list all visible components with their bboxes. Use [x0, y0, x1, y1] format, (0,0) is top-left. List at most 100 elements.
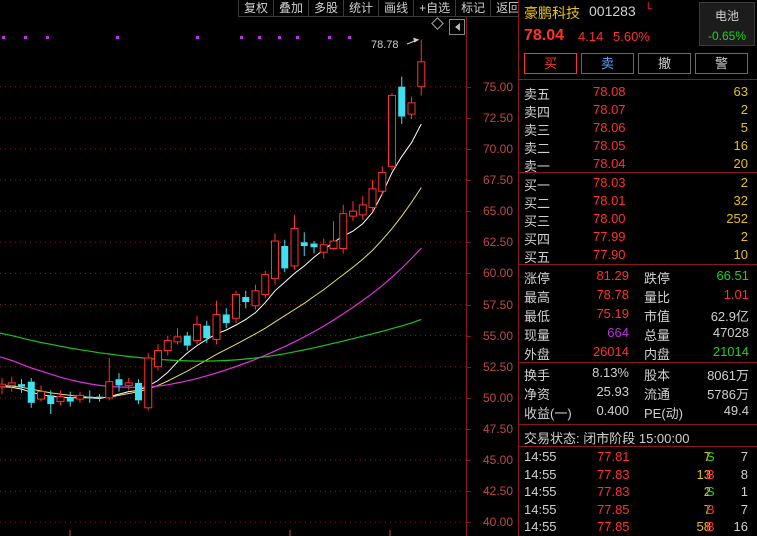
fundamental-row: 换手 8.13% 股本 8061万 — [519, 364, 757, 383]
high-arrow-head — [413, 37, 420, 43]
last-price: 78.04 — [524, 27, 565, 44]
candle-body — [18, 384, 25, 387]
fundamental-label: 股本 — [644, 368, 671, 383]
tick-count: 16 — [733, 519, 748, 534]
candle-body — [105, 381, 114, 399]
candle-body — [378, 172, 387, 192]
candle-body — [66, 397, 74, 402]
quote-value: 21014 — [712, 344, 749, 359]
fundamental-value: 25.93 — [596, 384, 629, 399]
candle-body — [417, 61, 426, 88]
chart-toolbar: 复权 叠加 多股 统计 画线 +自选 标记 返回 — [238, 0, 526, 17]
ask-row[interactable]: 卖三 78.06 5 — [519, 119, 757, 138]
tick-row: 14:55 77.83 13 B 8 — [519, 466, 757, 484]
price-axis-tick — [467, 397, 471, 399]
quote-label: 最低 — [524, 309, 551, 324]
toolbar-statistics-button[interactable]: 统计 — [343, 0, 379, 17]
candle-body — [388, 94, 396, 167]
candle-body — [183, 335, 191, 346]
quote-value: 664 — [607, 325, 629, 340]
divider — [519, 264, 757, 265]
tick-price: 77.81 — [597, 449, 630, 464]
sector-box[interactable]: 电池 -0.65% — [699, 2, 755, 46]
price-axis-label: 70.00 — [483, 141, 514, 156]
event-marker — [258, 36, 261, 39]
price-axis-tick — [467, 304, 471, 306]
toolbar-add-watchlist-button[interactable]: +自选 — [413, 0, 456, 17]
quote-row: 现量 664 总量 47028 — [519, 324, 757, 343]
bid-volume: 10 — [733, 247, 748, 262]
tick-price: 77.85 — [597, 519, 630, 534]
price-alert-button[interactable]: 警 — [695, 53, 748, 74]
bid-volume: 2 — [740, 229, 748, 244]
toolbar-draw-line-button[interactable]: 画线 — [378, 0, 414, 17]
quote-value: 62.9亿 — [710, 309, 749, 324]
divider — [519, 362, 757, 363]
tick-row: 14:55 77.81 7 S 7 — [519, 448, 757, 466]
candle-body — [281, 246, 289, 269]
toolbar-fuquan-button[interactable]: 复权 — [238, 0, 274, 17]
price-axis: 75.00 72.50 70.00 67.50 65.00 62.50 60.00 57.50… — [466, 17, 518, 536]
stock-header: 豪鹏科技 001283 L 78.04 4.14 5.60% 电池 -0.65% — [519, 0, 757, 50]
candle-body — [407, 102, 416, 115]
bid-row[interactable]: 买三 78.00 252 — [519, 210, 757, 229]
bid-row[interactable]: 买五 77.90 10 — [519, 246, 757, 265]
tick-time: 14:55 — [524, 501, 557, 517]
toolbar-mark-button[interactable]: 标记 — [455, 0, 491, 17]
kline-chart[interactable] — [0, 17, 466, 536]
quote-row: 最低 75.19 市值 62.9亿 — [519, 305, 757, 324]
tick-count: 8 — [740, 466, 748, 482]
collapse-panel-icon[interactable] — [449, 19, 465, 35]
tick-row: 14:55 77.83 2 S 1 — [519, 483, 757, 501]
ask-row[interactable]: 卖二 78.05 16 — [519, 137, 757, 156]
ask-price: 78.06 — [593, 120, 626, 135]
bid-price: 77.90 — [593, 247, 626, 262]
price-axis-tick — [467, 86, 471, 88]
fundamental-label: 收益(一) — [524, 406, 572, 421]
candle-body — [261, 274, 270, 296]
price-axis-label: 50.00 — [483, 390, 514, 405]
candle-body — [173, 336, 182, 343]
quote-label: 市值 — [644, 309, 671, 324]
fundamental-value: 8.13% — [592, 365, 629, 380]
toolbar-overlay-button[interactable]: 叠加 — [273, 0, 309, 17]
price-axis-label: 65.00 — [483, 204, 514, 219]
trading-status-value: 闭市阶段 15:00:00 — [583, 431, 690, 446]
quote-value: 81.29 — [596, 268, 629, 283]
cancel-order-button[interactable]: 撤 — [638, 53, 691, 74]
bid-row[interactable]: 买二 78.01 32 — [519, 192, 757, 211]
tick-time: 14:55 — [524, 466, 557, 482]
sector-change: -0.65% — [707, 29, 747, 43]
ma-line-ma60 — [0, 318, 422, 362]
candle-body — [203, 325, 211, 339]
price-axis-tick — [467, 242, 471, 244]
buy-button[interactable]: 买 — [524, 53, 577, 74]
fundamental-row: 收益(一) 0.400 PE(动) 49.4 — [519, 402, 757, 421]
price-change-pct: 5.60% — [613, 29, 650, 44]
candle-body — [339, 213, 348, 249]
ask-volume: 2 — [740, 102, 748, 117]
candle-body — [290, 228, 299, 267]
tick-price: 77.83 — [597, 466, 630, 482]
ask-row[interactable]: 卖一 78.04 20 — [519, 155, 757, 174]
fundamental-value: 49.4 — [723, 403, 749, 418]
tick-side: B — [706, 466, 715, 482]
ask-row[interactable]: 卖四 78.07 2 — [519, 101, 757, 120]
high-price-annotation: 78.78 — [371, 39, 399, 51]
tick-count: 7 — [740, 449, 748, 464]
bid-row[interactable]: 买四 77.99 2 — [519, 228, 757, 247]
stock-name[interactable]: 豪鹏科技 — [524, 3, 580, 23]
bid-price: 78.00 — [593, 211, 626, 226]
trading-status: 交易状态: 闭市阶段 15:00:00 — [524, 428, 689, 447]
bid-row[interactable]: 买一 78.03 2 — [519, 174, 757, 193]
divider — [519, 79, 757, 80]
toolbar-multi-stock-button[interactable]: 多股 — [308, 0, 344, 17]
ask-price: 78.08 — [593, 84, 626, 99]
fundamental-label: 流通 — [644, 387, 671, 402]
quote-row: 涨停 81.29 跌停 66.51 — [519, 267, 757, 286]
sell-button[interactable]: 卖 — [581, 53, 634, 74]
ask-row[interactable]: 卖五 78.08 63 — [519, 83, 757, 102]
quote-value: 75.19 — [596, 306, 629, 321]
price-axis-label: 55.00 — [483, 328, 514, 343]
bid-price: 77.99 — [593, 229, 626, 244]
